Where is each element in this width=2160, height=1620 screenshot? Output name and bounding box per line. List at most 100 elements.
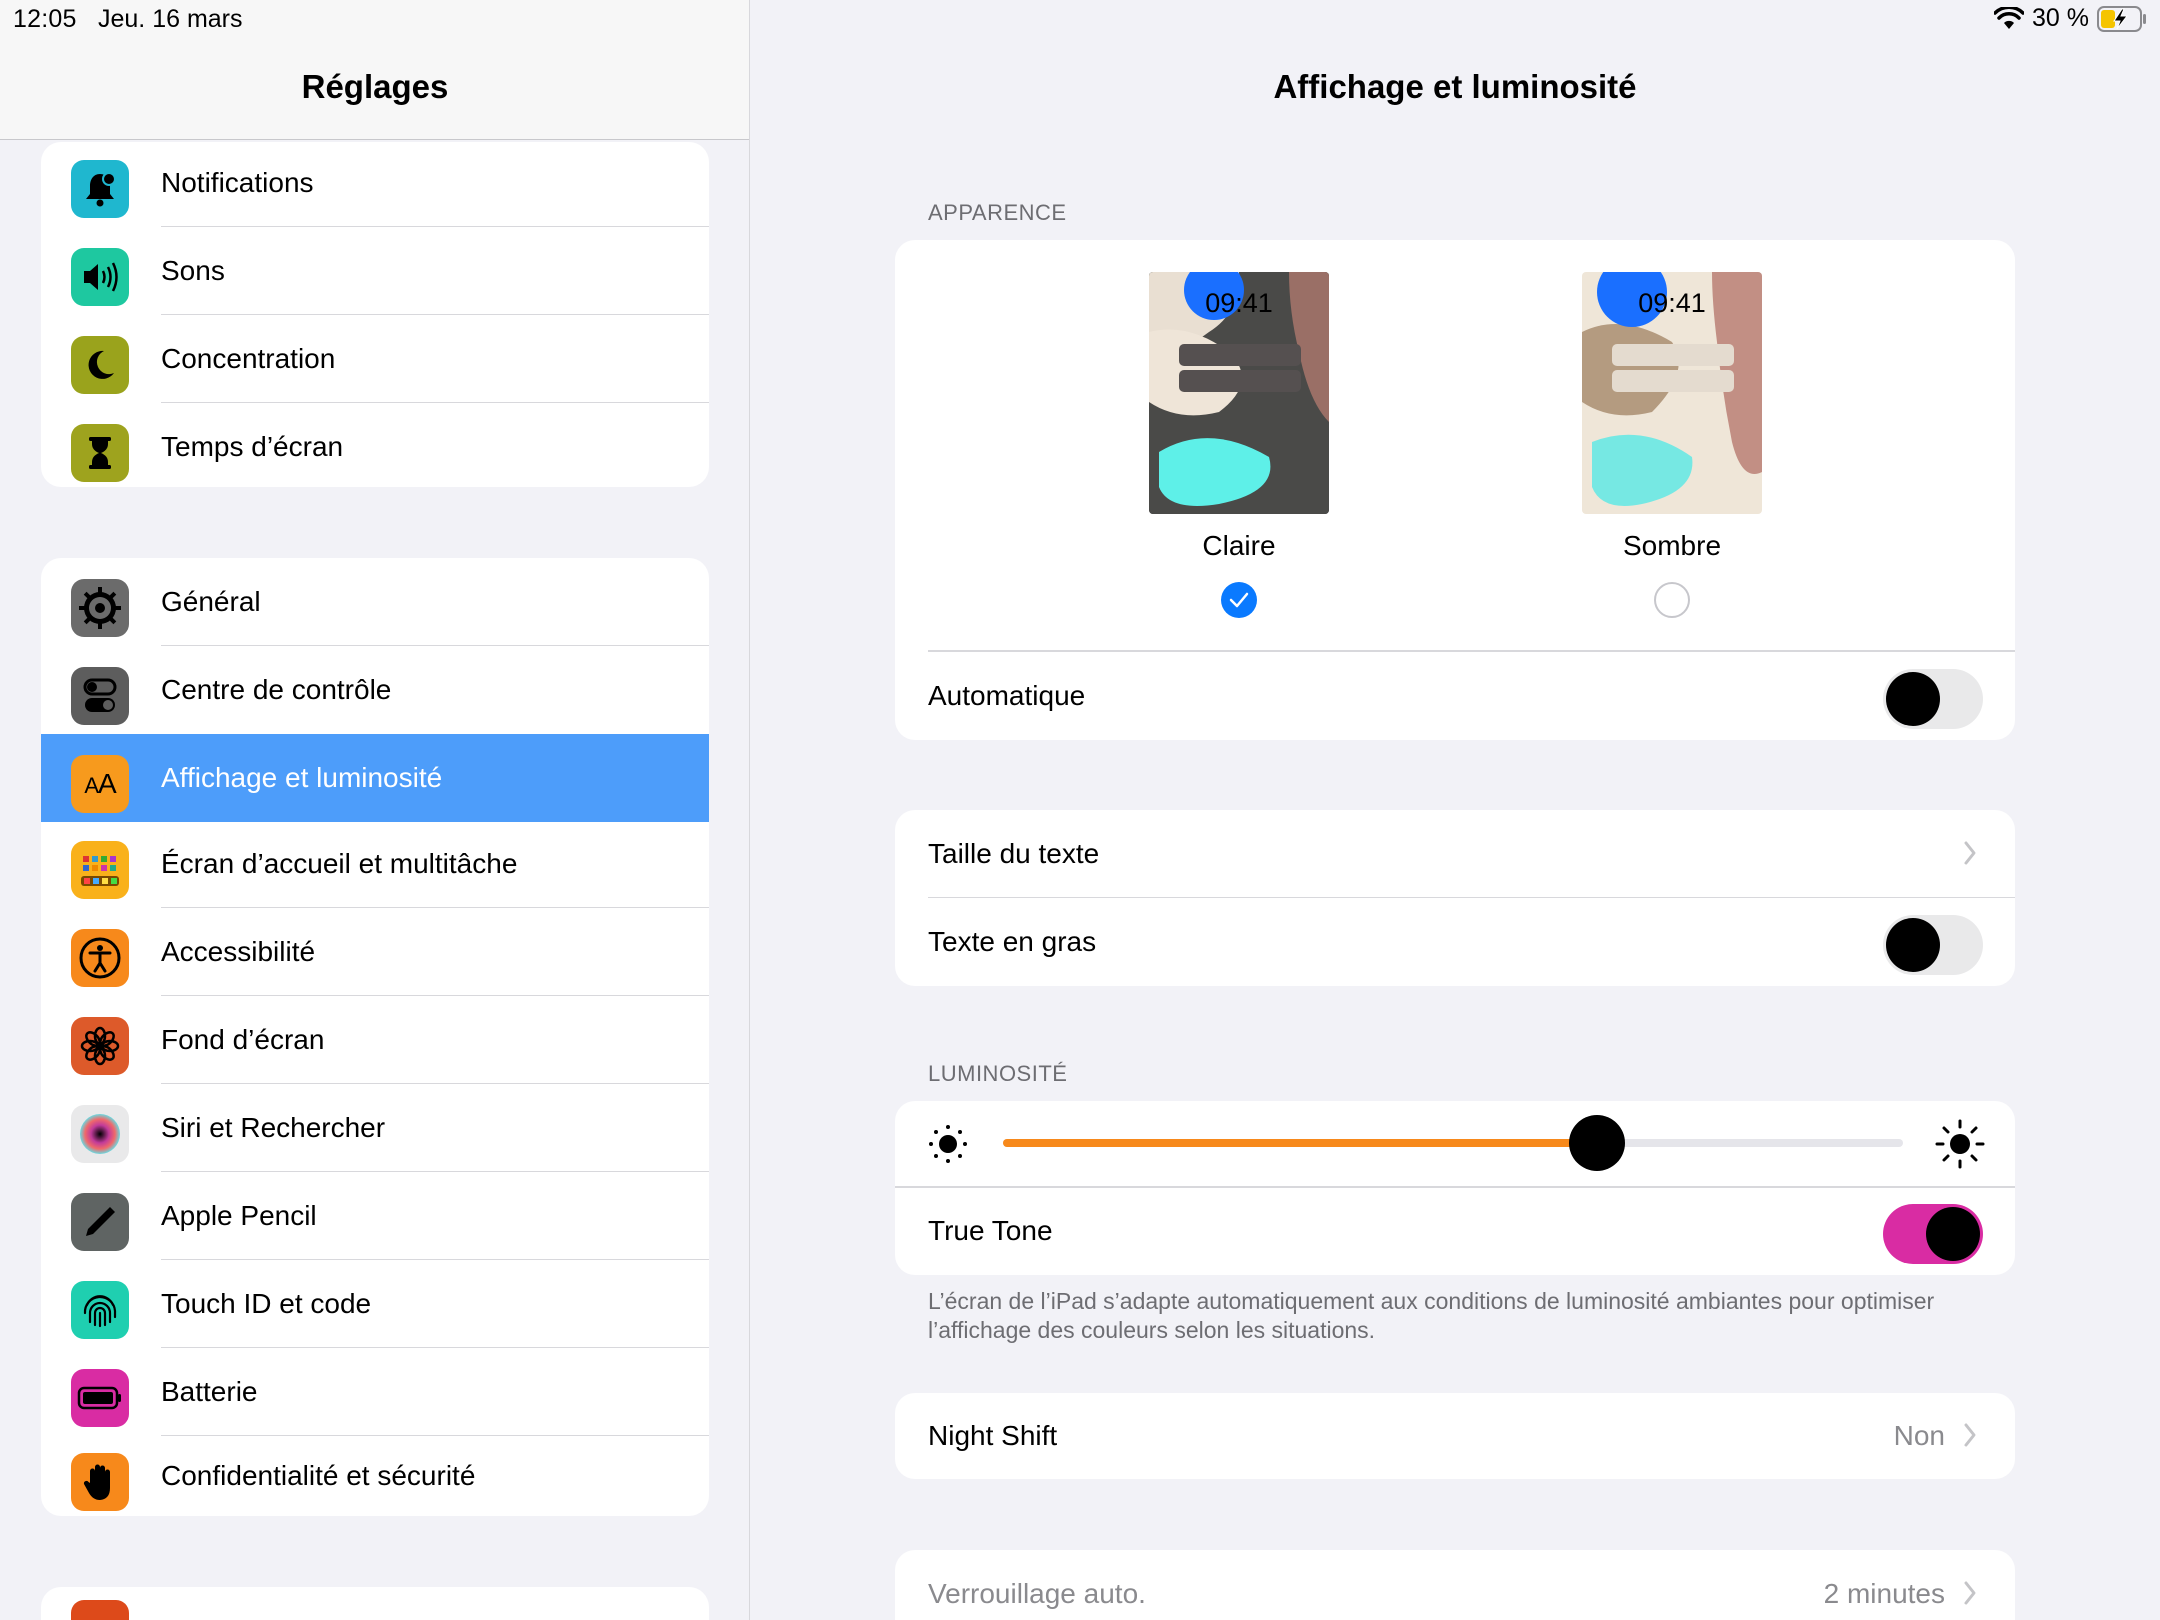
sidebar-item-centre-controle[interactable]: Centre de contrôle [41,646,709,734]
sidebar-item-label: Sons [161,255,225,286]
gear-icon [71,579,129,637]
status-date: Jeu. 16 mars [98,5,243,33]
true-tone-row: True Tone [895,1187,2015,1275]
settings-group-2: Général Centre de contrôle AA Affichage … [41,558,709,1516]
preview-clock: 09:41 [1205,288,1273,318]
auto-lock-row[interactable]: Verrouillage auto. 2 minutes [895,1550,2015,1620]
status-time: 12:05 [13,5,77,33]
fingerprint-icon [71,1281,129,1339]
bell-icon [71,160,129,218]
section-header-apparence: APPARENCE [928,200,1067,225]
hand-icon [71,1453,129,1511]
speaker-icon [71,248,129,306]
section-header-luminosite: LUMINOSITÉ [928,1061,1068,1086]
brightness-card: True Tone [895,1101,2015,1275]
battery-charging-icon [2097,5,2146,32]
brightness-slider-fill [1003,1139,1597,1147]
brightness-slider-thumb[interactable] [1569,1115,1625,1171]
auto-lock-label: Verrouillage auto. [928,1578,1146,1609]
battery-icon [71,1369,129,1427]
sidebar-item-label: Affichage et luminosité [161,762,443,793]
sidebar-item-notifications[interactable]: Notifications [41,142,709,227]
light-mode-label: Claire [1202,530,1276,561]
preview-clock: 09:41 [1638,288,1706,318]
siri-icon [71,1105,129,1163]
text-size-row[interactable]: Taille du texte [895,810,2015,898]
sidebar-item-accessibilite[interactable]: Accessibilité [41,908,709,996]
sun-large-icon [1935,1119,1985,1169]
flower-icon [71,1017,129,1075]
sidebar-item-general[interactable]: Général [41,558,709,646]
text-size-label: Taille du texte [928,838,1100,869]
sidebar-item-fond-ecran[interactable]: Fond d’écran [41,996,709,1084]
true-tone-toggle[interactable] [1883,1204,1983,1264]
chevron-right-icon [1964,1423,1976,1447]
battery-percent: 30 % [2032,4,2089,32]
automatic-row: Automatique [895,652,2015,740]
automatic-toggle[interactable] [1883,669,1983,729]
text-size-icon: AA [71,755,129,813]
status-right: 30 % [1994,4,2147,33]
home-grid-icon [71,841,129,899]
bold-text-toggle[interactable] [1883,915,1983,975]
sidebar-item-label: Centre de contrôle [161,674,392,705]
appearance-card: 09:41 Claire 09:41 Sombre Automatique [895,240,2015,740]
sidebar-item-ecran-accueil[interactable]: Écran d’accueil et multitâche [41,820,709,908]
chevron-right-icon [1964,1581,1976,1605]
sidebar-item-sons[interactable]: Sons [41,227,709,315]
sidebar-item-touch-id[interactable]: Touch ID et code [41,1260,709,1348]
preview-widget [1179,370,1301,392]
sidebar-item-siri[interactable]: Siri et Rechercher [41,1084,709,1172]
sidebar-item-label: Général [161,586,261,617]
checkmark-icon [1229,592,1249,608]
auto-lock-card: Verrouillage auto. 2 minutes [895,1550,2015,1620]
dark-mode-preview[interactable]: 09:41 [1582,272,1762,514]
sidebar-item-label: Fond d’écran [161,1024,325,1055]
preview-widget [1612,344,1734,366]
toggle-knob [1926,1207,1980,1261]
true-tone-description: L’écran de l’iPad s’adapte automatiqueme… [928,1288,1935,1343]
sidebar-item-batterie[interactable]: Batterie [41,1348,709,1436]
sidebar-item-label: Concentration [161,343,336,374]
app-icon-partial [71,1600,129,1620]
sidebar-item-concentration[interactable]: Concentration [41,315,709,403]
light-mode-preview[interactable]: 09:41 [1149,272,1329,514]
hourglass-icon [71,424,129,482]
wifi-icon [1994,6,2025,29]
sidebar-item-label: Batterie [161,1376,258,1407]
sidebar-item-temps-ecran[interactable]: Temps d’écran [41,403,709,487]
toggle-knob [1886,672,1940,726]
settings-group-3 [41,1587,709,1620]
sidebar-item-label: Apple Pencil [161,1200,317,1231]
sidebar-item-label: Temps d’écran [161,431,344,462]
light-mode-radio-checked[interactable] [1221,582,1257,618]
sidebar-item-apple-pencil[interactable]: Apple Pencil [41,1172,709,1260]
night-shift-label: Night Shift [928,1420,1058,1451]
night-shift-row[interactable]: Night Shift Non [895,1393,2015,1479]
automatic-label: Automatique [928,680,1086,711]
accessibility-icon [71,929,129,987]
sidebar-item-label: Notifications [161,167,314,198]
page-title: Affichage et luminosité [1273,68,1637,105]
chevron-right-icon [1964,841,1976,865]
bold-text-label: Texte en gras [928,926,1097,957]
sidebar-item-label: Écran d’accueil et multitâche [161,848,518,879]
toggle-knob [1886,918,1940,972]
text-card: Taille du texte Texte en gras [895,810,2015,986]
night-shift-value: Non [1893,1420,1945,1451]
dark-mode-radio[interactable] [1654,582,1690,618]
settings-group-1: Notifications Sons Concentration Temps d… [41,142,709,487]
true-tone-label: True Tone [928,1215,1053,1246]
preview-widget [1612,370,1734,392]
sidebar-item-confidentialite[interactable]: Confidentialité et sécurité [41,1432,709,1516]
switches-icon [71,667,129,725]
brightness-slider-track[interactable] [1003,1115,1903,1171]
sidebar-item-affichage[interactable]: AA Affichage et luminosité [41,734,709,822]
moon-icon [71,336,129,394]
sidebar-title: Réglages [301,68,449,105]
pencil-icon [71,1193,129,1251]
sidebar-item-label: Siri et Rechercher [161,1112,386,1143]
sun-small-icon [929,1125,967,1163]
status-bar: 12:05 Jeu. 16 mars 30 % [0,0,2160,40]
dark-mode-label: Sombre [1622,530,1722,561]
